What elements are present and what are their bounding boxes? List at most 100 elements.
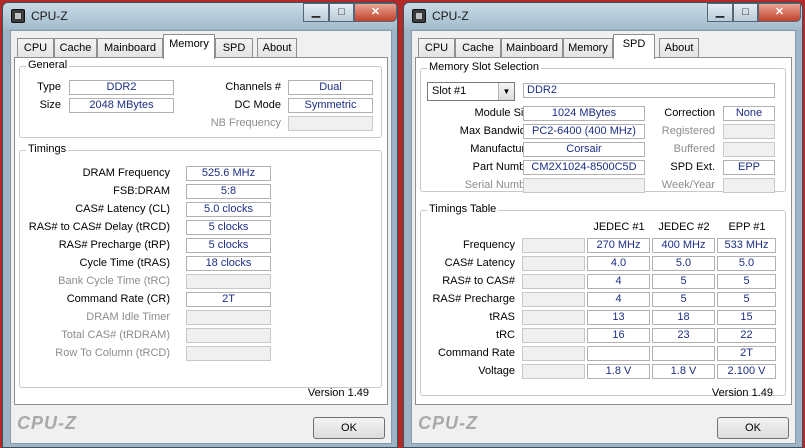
total-cas-label: Total CAS# (tRDRAM) [61, 329, 170, 341]
table-cell: 5 [717, 274, 776, 289]
row-label-ras-to-cas: RAS# to CAS# [442, 275, 515, 287]
tab-mainboard[interactable]: Mainboard [97, 38, 163, 58]
table-cell: 4 [587, 292, 650, 307]
tab-about[interactable]: About [257, 38, 297, 58]
window-title: CPU-Z [31, 9, 68, 23]
memory-panel: General Type DDR2 Size 2048 MBytes Chann… [14, 57, 388, 405]
row-label-ras-precharge: RAS# Precharge [432, 293, 515, 305]
tras-label: Cycle Time (tRAS) [79, 257, 170, 269]
row-label-command-rate: Command Rate [437, 347, 515, 359]
table-cell: 4 [587, 274, 650, 289]
cpuz-brand-logo: CPU-Z [418, 413, 478, 433]
type-value: DDR2 [69, 80, 174, 95]
command-rate-value: 2T [186, 292, 271, 307]
tab-spd[interactable]: SPD [215, 38, 253, 58]
timings-group: Timings DRAM Frequency 525.6 MHz FSB:DRA… [19, 143, 382, 388]
column-header-jedec2: JEDEC #2 [658, 221, 710, 233]
tab-cache[interactable]: Cache [455, 38, 501, 58]
column-header-epp1: EPP #1 [728, 221, 766, 233]
table-cell: 270 MHz [587, 238, 650, 253]
row-label-frequency: Frequency [463, 239, 515, 251]
table-cell: 13 [587, 310, 650, 325]
module-size-value: 1024 MBytes [523, 106, 645, 121]
table-cell: 15 [717, 310, 776, 325]
dc-mode-value: Symmetric [288, 98, 373, 113]
tab-about[interactable]: About [659, 38, 699, 58]
table-cell: 2T [717, 346, 776, 361]
empty-cell [522, 256, 585, 271]
tab-cache[interactable]: Cache [54, 38, 97, 58]
memory-slot-group: Memory Slot Selection Slot #1 ▼ DDR2 Mod… [420, 61, 786, 193]
ok-button[interactable]: OK [717, 417, 789, 439]
week-year-label: Week/Year [661, 179, 715, 191]
slot-select-value: Slot #1 [432, 85, 467, 97]
trp-label: RAS# Precharge (tRP) [58, 239, 170, 251]
table-cell: 2.100 V [717, 364, 776, 379]
ok-button[interactable]: OK [313, 417, 385, 439]
size-value: 2048 MBytes [69, 98, 174, 113]
close-button[interactable]: ✕ [758, 3, 801, 22]
cpuz-app-icon [412, 9, 426, 23]
command-rate-label: Command Rate (CR) [66, 293, 170, 305]
channels-label: Channels # [225, 81, 281, 93]
empty-cell [522, 310, 585, 325]
general-group-label: General [26, 59, 70, 71]
table-cell: 16 [587, 328, 650, 343]
trp-value: 5 clocks [186, 238, 271, 253]
table-cell: 1.8 V [587, 364, 650, 379]
cpuz-window-spd: CPU-Z ▁ □ ✕ CPU Cache Mainboard Memory S… [403, 2, 803, 448]
empty-cell [522, 292, 585, 307]
correction-label: Correction [664, 107, 715, 119]
tab-cpu[interactable]: CPU [418, 38, 455, 58]
table-cell: 1.8 V [652, 364, 715, 379]
tab-spd[interactable]: SPD [613, 34, 655, 59]
empty-cell [522, 346, 585, 361]
row-label-voltage: Voltage [478, 365, 515, 377]
tab-memory[interactable]: Memory [563, 38, 613, 58]
cpuz-app-icon [11, 9, 25, 23]
fsb-dram-value: 5:8 [186, 184, 271, 199]
tab-mainboard[interactable]: Mainboard [501, 38, 563, 58]
nb-frequency-value [288, 116, 373, 131]
dram-frequency-label: DRAM Frequency [82, 167, 170, 179]
tab-cpu[interactable]: CPU [17, 38, 54, 58]
spd-ext-label: SPD Ext. [670, 161, 715, 173]
row-label-cas-latency: CAS# Latency [444, 257, 515, 269]
cpuz-window-memory: CPU-Z ▁ □ ✕ CPU Cache Mainboard Memory S… [2, 2, 398, 448]
trc-value [186, 274, 271, 289]
serial-number-value [523, 178, 645, 193]
slot-select[interactable]: Slot #1 ▼ [427, 82, 515, 101]
table-cell: 23 [652, 328, 715, 343]
trcd-value: 5 clocks [186, 220, 271, 235]
maximize-button[interactable]: □ [733, 3, 758, 22]
dram-frequency-value: 525.6 MHz [186, 166, 271, 181]
table-cell: 400 MHz [652, 238, 715, 253]
maximize-button[interactable]: □ [329, 3, 354, 22]
fsb-dram-label: FSB:DRAM [113, 185, 170, 197]
trc-label: Bank Cycle Time (tRC) [58, 275, 170, 287]
chevron-down-icon[interactable]: ▼ [498, 83, 514, 100]
table-cell: 5.0 [717, 256, 776, 271]
total-cas-value [186, 328, 271, 343]
registered-label: Registered [661, 125, 715, 137]
table-cell: 5 [652, 274, 715, 289]
dram-idle-timer-label: DRAM Idle Timer [86, 311, 170, 323]
table-cell [587, 346, 650, 361]
minimize-button[interactable]: ▁ [707, 3, 733, 22]
manufacturer-value: Corsair [523, 142, 645, 157]
tab-memory[interactable]: Memory [163, 34, 215, 59]
row-to-column-value [186, 346, 271, 361]
registered-value [723, 124, 775, 139]
table-cell: 5 [717, 292, 776, 307]
title-bar[interactable]: CPU-Z ▁ □ ✕ [404, 3, 802, 29]
size-label: Size [39, 99, 61, 111]
version-label: Version 1.49 [711, 387, 773, 399]
row-to-column-label: Row To Column (tRCD) [55, 347, 170, 359]
trcd-label: RAS# to CAS# Delay (tRCD) [28, 221, 170, 233]
close-button[interactable]: ✕ [354, 3, 397, 22]
title-bar[interactable]: CPU-Z ▁ □ ✕ [3, 3, 397, 29]
minimize-button[interactable]: ▁ [303, 3, 329, 22]
spd-panel: Memory Slot Selection Slot #1 ▼ DDR2 Mod… [415, 57, 792, 405]
channels-value: Dual [288, 80, 373, 95]
timings-group-label: Timings [26, 143, 69, 155]
